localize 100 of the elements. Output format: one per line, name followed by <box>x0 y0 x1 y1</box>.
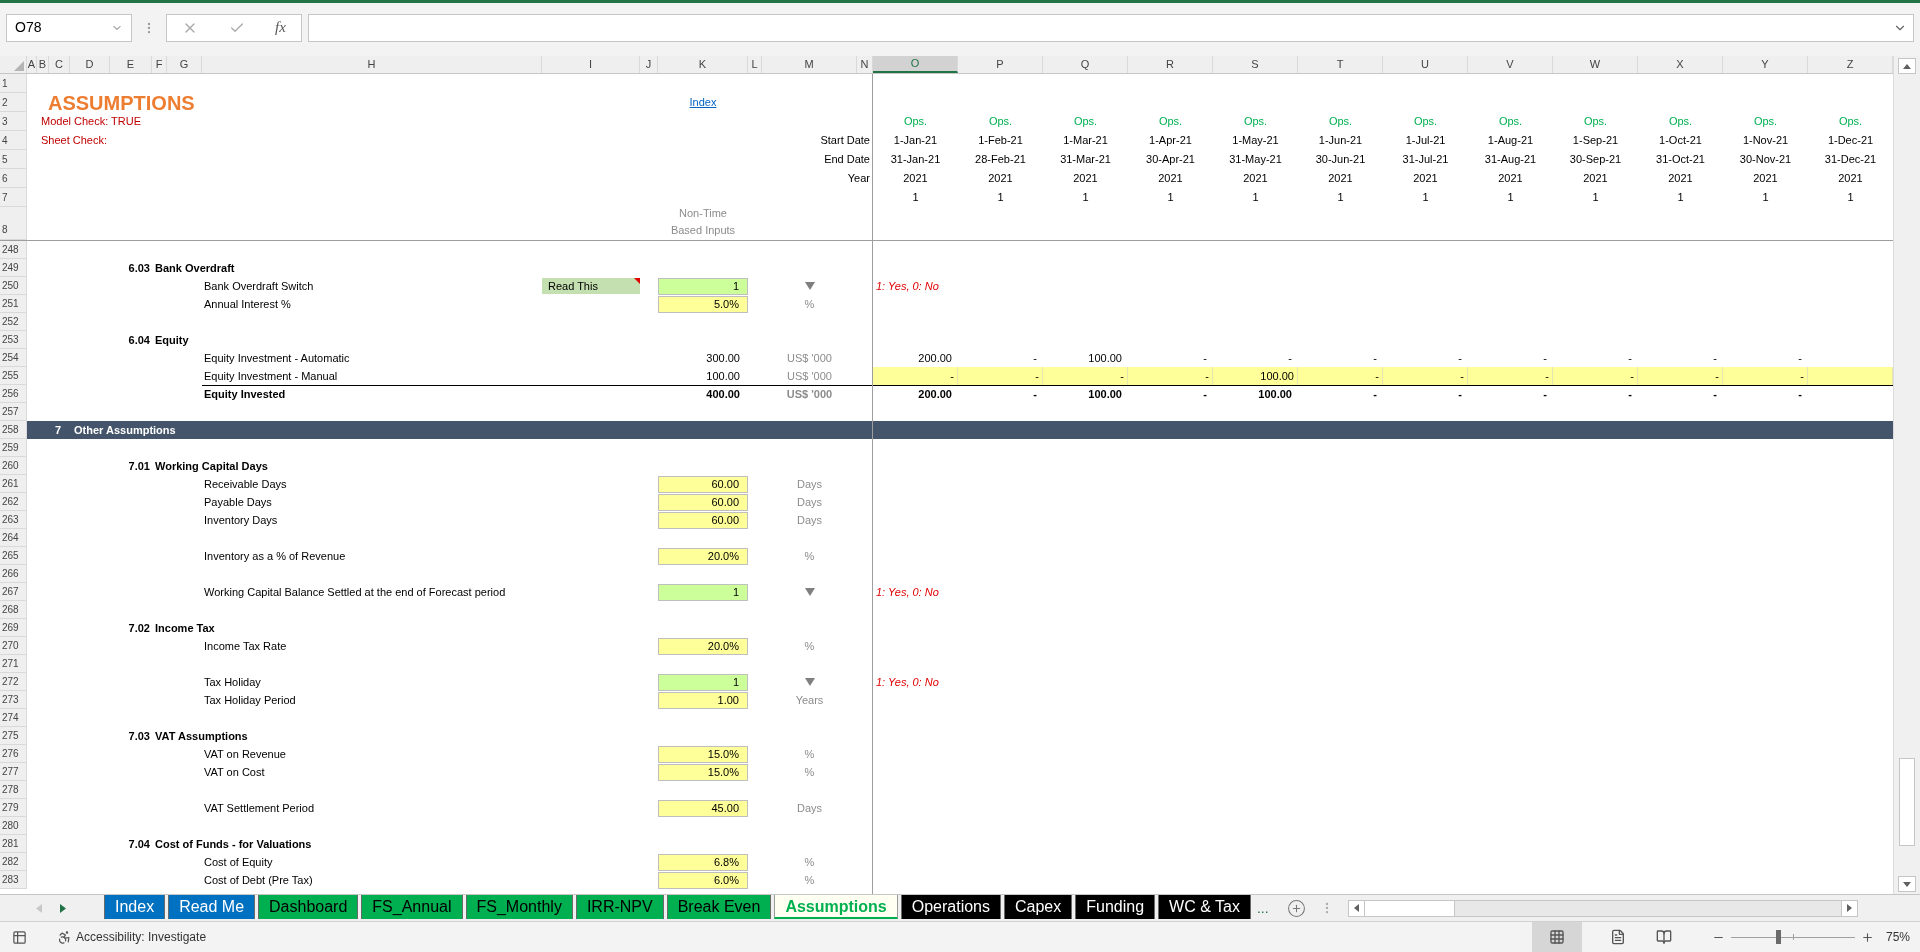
input-cell[interactable]: 6.8% <box>658 853 748 871</box>
column-header[interactable]: T <box>1298 56 1383 73</box>
row-number[interactable]: 6 <box>0 169 27 188</box>
sheet-tab[interactable]: Read Me <box>168 895 256 919</box>
input-cell[interactable]: 1 <box>658 673 748 691</box>
row-number[interactable]: 5 <box>0 150 27 169</box>
zoom-in-icon[interactable] <box>1860 930 1874 944</box>
row-number[interactable]: 254 <box>0 349 27 367</box>
accessibility-status[interactable]: Accessibility: Investigate <box>76 928 207 946</box>
column-header[interactable]: H <box>202 56 542 73</box>
input-cell[interactable]: 15.0% <box>658 745 748 763</box>
column-header[interactable]: O <box>873 56 958 73</box>
column-header[interactable]: V <box>1468 56 1553 73</box>
vertical-scrollbar[interactable] <box>1893 56 1920 894</box>
row-number[interactable]: 261 <box>0 475 27 493</box>
input-cell[interactable]: 60.00 <box>658 475 748 493</box>
row-number[interactable]: 273 <box>0 691 27 709</box>
sheet-tab[interactable]: Index <box>104 895 166 919</box>
row-number[interactable]: 268 <box>0 601 27 619</box>
input-cell[interactable]: 1 <box>658 277 748 295</box>
column-header[interactable]: Y <box>1723 56 1808 73</box>
column-header[interactable]: J <box>640 56 658 73</box>
accessibility-icon[interactable] <box>57 929 72 945</box>
normal-view-button[interactable] <box>1531 922 1582 952</box>
row-number[interactable]: 270 <box>0 637 27 655</box>
row-number[interactable]: 2 <box>0 93 27 112</box>
input-cell[interactable]: 60.00 <box>658 493 748 511</box>
row-number[interactable]: 260 <box>0 457 27 475</box>
add-sheet-icon[interactable] <box>1286 898 1306 918</box>
row-number[interactable]: 281 <box>0 835 27 853</box>
page-layout-icon[interactable] <box>1609 929 1626 945</box>
row-number[interactable]: 1 <box>0 74 27 93</box>
scroll-right-icon[interactable] <box>1846 904 1852 912</box>
column-header[interactable]: E <box>110 56 152 73</box>
column-header[interactable]: C <box>49 56 70 73</box>
input-cell[interactable]: 5.0% <box>658 295 748 313</box>
zoom-slider[interactable] <box>1730 930 1855 944</box>
column-header[interactable]: Q <box>1043 56 1128 73</box>
row-number[interactable]: 276 <box>0 745 27 763</box>
scroll-thumb[interactable] <box>1899 757 1915 846</box>
input-cell[interactable]: 20.0% <box>658 637 748 655</box>
row-number[interactable]: 256 <box>0 385 27 403</box>
input-cell[interactable]: - <box>1128 367 1213 385</box>
row-number[interactable]: 277 <box>0 763 27 781</box>
input-cell[interactable]: - <box>1298 367 1383 385</box>
input-cell[interactable]: - <box>958 367 1043 385</box>
input-cell[interactable]: 1.00 <box>658 691 748 709</box>
row-number[interactable]: 267 <box>0 583 27 601</box>
read-this-button[interactable]: Read This <box>542 278 640 294</box>
row-number[interactable]: 269 <box>0 619 27 637</box>
sheet-tab[interactable]: IRR-NPV <box>575 895 664 919</box>
column-header[interactable]: D <box>70 56 110 73</box>
row-number[interactable]: 252 <box>0 313 27 331</box>
column-header[interactable]: G <box>167 56 202 73</box>
insert-function-button[interactable]: fx <box>274 16 286 39</box>
row-number[interactable]: 272 <box>0 673 27 691</box>
scroll-down-icon[interactable] <box>1903 881 1911 887</box>
row-number[interactable]: 278 <box>0 781 27 799</box>
name-box[interactable]: O78 <box>6 13 132 42</box>
row-number[interactable]: 265 <box>0 547 27 565</box>
input-cell[interactable]: 100.00 <box>1213 367 1298 385</box>
formula-field[interactable] <box>308 13 1914 42</box>
column-header[interactable]: L <box>748 56 762 73</box>
row-number[interactable]: 275 <box>0 727 27 745</box>
horizontal-scrollbar[interactable] <box>1347 899 1858 917</box>
row-number[interactable]: 253 <box>0 331 27 349</box>
sheet-tab[interactable]: Operations <box>900 895 1001 919</box>
column-header[interactable]: U <box>1383 56 1468 73</box>
input-cell[interactable]: 6.0% <box>658 871 748 889</box>
sheet-tab[interactable]: Capex <box>1004 895 1073 919</box>
row-number[interactable]: 8 <box>0 207 27 240</box>
sheet-tab[interactable]: Funding <box>1075 895 1156 919</box>
sheet-tab[interactable]: Break Even <box>666 895 772 919</box>
column-header[interactable]: R <box>1128 56 1213 73</box>
row-number[interactable]: 255 <box>0 367 27 385</box>
column-header[interactable]: P <box>958 56 1043 73</box>
row-number[interactable]: 250 <box>0 277 27 295</box>
row-number[interactable]: 271 <box>0 655 27 673</box>
index-link[interactable]: Index <box>689 94 717 111</box>
row-number[interactable]: 3 <box>0 112 27 131</box>
input-cell[interactable]: - <box>1638 367 1723 385</box>
zoom-thumb[interactable] <box>1775 930 1781 944</box>
zoom-level[interactable]: 75% <box>1885 928 1910 946</box>
scroll-left-icon[interactable] <box>1353 904 1359 912</box>
scroll-thumb[interactable] <box>1364 900 1455 916</box>
input-cell[interactable]: 60.00 <box>658 511 748 529</box>
column-header[interactable]: A <box>27 56 37 73</box>
input-cell[interactable]: - <box>1043 367 1128 385</box>
input-cell[interactable] <box>1808 367 1893 385</box>
sheet-tab[interactable]: FS_Monthly <box>465 895 573 919</box>
row-number[interactable]: 257 <box>0 403 27 421</box>
column-header[interactable]: I <box>542 56 640 73</box>
input-cell[interactable]: 1 <box>658 583 748 601</box>
input-cell[interactable]: - <box>1723 367 1808 385</box>
row-number[interactable]: 279 <box>0 799 27 817</box>
next-sheet-icon[interactable] <box>60 903 66 913</box>
input-cell[interactable]: - <box>1553 367 1638 385</box>
row-number[interactable]: 4 <box>0 131 27 150</box>
row-number[interactable]: 266 <box>0 565 27 583</box>
input-cell[interactable]: 20.0% <box>658 547 748 565</box>
